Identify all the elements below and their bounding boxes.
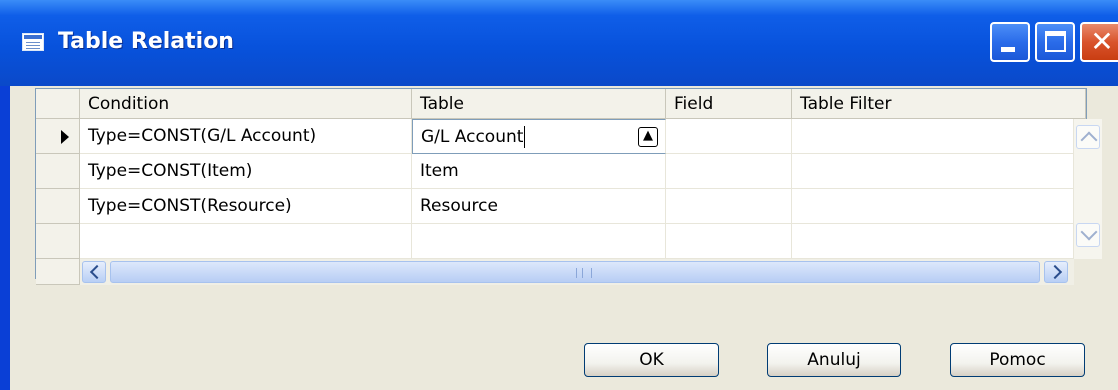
scroll-right-button[interactable]	[1044, 261, 1068, 283]
maximize-icon	[1045, 31, 1066, 52]
ok-button[interactable]: OK	[584, 343, 719, 377]
arrow-up-icon: ▲	[643, 128, 653, 143]
table-relation-window: Table Relation ✕ Condition Table Field T…	[0, 0, 1118, 390]
title-bar[interactable]: Table Relation ✕	[0, 0, 1118, 86]
text-caret	[524, 126, 526, 148]
column-header-condition[interactable]: Condition	[80, 89, 412, 119]
row-selector[interactable]	[36, 119, 80, 154]
relation-grid[interactable]: Condition Table Field Table Filter Type=…	[35, 88, 1102, 285]
column-header-table-filter[interactable]: Table Filter	[792, 89, 1086, 119]
row-selector[interactable]	[36, 189, 80, 224]
scrollbar-corner	[1074, 259, 1102, 285]
scroll-down-button[interactable]	[1076, 223, 1100, 247]
field-cell[interactable]	[666, 154, 792, 189]
column-header-field[interactable]: Field	[666, 89, 792, 119]
condition-cell[interactable]: Type=CONST(Item)	[80, 154, 412, 189]
condition-cell[interactable]: Type=CONST(G/L Account)	[80, 119, 412, 154]
horizontal-scrollbar[interactable]	[80, 259, 1074, 285]
help-button[interactable]: Pomoc	[950, 343, 1085, 377]
table-icon	[22, 33, 44, 51]
minimize-icon	[1001, 47, 1015, 52]
row-selector-header	[36, 89, 80, 119]
field-cell[interactable]	[666, 224, 792, 259]
row-selector[interactable]	[36, 224, 80, 259]
cancel-button[interactable]: Anuluj	[767, 343, 901, 377]
scroll-up-button[interactable]	[1076, 125, 1100, 149]
table-cell[interactable]: Resource	[412, 189, 666, 224]
chevron-down-icon	[1080, 223, 1098, 241]
condition-cell[interactable]: Type=CONST(Resource)	[80, 189, 412, 224]
grip-icon	[576, 268, 592, 278]
horizontal-scroll-thumb[interactable]	[110, 261, 1040, 283]
table-cell-editing[interactable]: G/L Account ▲	[412, 119, 666, 154]
close-icon: ✕	[1090, 25, 1114, 58]
table-cell[interactable]	[412, 224, 666, 259]
column-header-table[interactable]: Table	[412, 89, 666, 119]
scroll-left-button[interactable]	[82, 261, 106, 283]
table-filter-cell[interactable]	[792, 189, 1074, 224]
current-row-arrow-icon	[61, 130, 69, 144]
maximize-button[interactable]	[1035, 22, 1075, 62]
window-title: Table Relation	[58, 29, 234, 54]
condition-cell[interactable]	[80, 224, 412, 259]
table-filter-cell[interactable]	[792, 224, 1074, 259]
minimize-button[interactable]	[990, 22, 1030, 62]
row-selector[interactable]	[36, 154, 80, 189]
close-button[interactable]: ✕	[1080, 22, 1118, 62]
scrollbar-row-selector	[36, 259, 80, 285]
table-filter-cell[interactable]	[792, 119, 1074, 154]
table-filter-cell[interactable]	[792, 154, 1074, 189]
table-cell[interactable]: Item	[412, 154, 666, 189]
field-cell[interactable]	[666, 119, 792, 154]
field-cell[interactable]	[666, 189, 792, 224]
table-cell-value: G/L Account	[421, 127, 524, 147]
chevron-right-icon	[1047, 264, 1063, 280]
chevron-left-icon	[89, 264, 105, 280]
vertical-scrollbar[interactable]	[1074, 119, 1102, 259]
lookup-button[interactable]: ▲	[638, 127, 658, 147]
dialog-client-area: Condition Table Field Table Filter Type=…	[10, 86, 1118, 390]
chevron-up-icon	[1080, 131, 1098, 149]
